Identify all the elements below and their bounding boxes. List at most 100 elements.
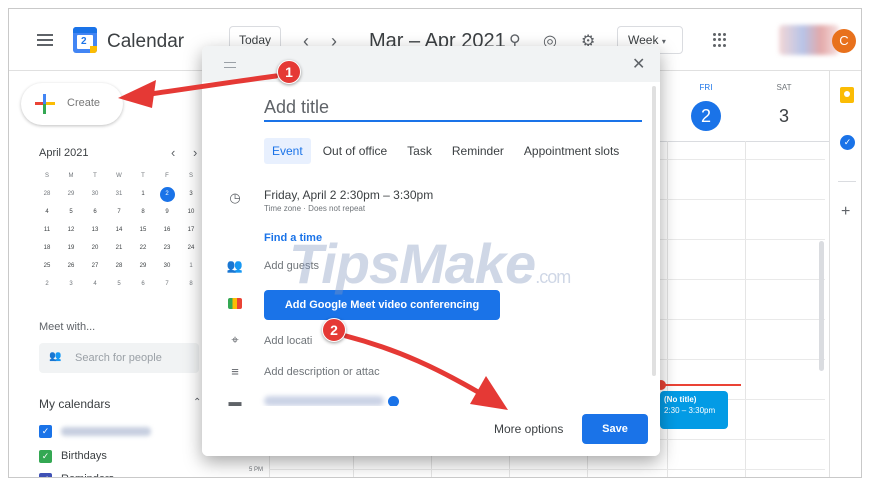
- mini-calendar-day[interactable]: 28: [35, 185, 59, 203]
- keep-icon[interactable]: [840, 87, 854, 103]
- event-datetime[interactable]: Friday, April 2 2:30pm – 3:30pm: [264, 188, 433, 202]
- mini-calendar-day[interactable]: 22: [131, 239, 155, 257]
- menu-icon[interactable]: [37, 34, 53, 46]
- tab-task[interactable]: Task: [399, 138, 440, 164]
- mini-calendar-day[interactable]: 21: [107, 239, 131, 257]
- mini-calendar-week: 25 26 27 28 29 30 1: [35, 257, 203, 275]
- checkbox-icon[interactable]: ✓: [39, 425, 52, 438]
- mini-calendar-day[interactable]: 24: [179, 239, 203, 257]
- mini-calendar-day[interactable]: 2: [35, 275, 59, 293]
- mini-calendar-day[interactable]: 19: [59, 239, 83, 257]
- checkbox-icon[interactable]: ✓: [39, 450, 52, 463]
- mini-calendar-day[interactable]: 1: [179, 257, 203, 275]
- apps-icon[interactable]: [713, 33, 727, 47]
- more-options-button[interactable]: More options: [494, 422, 563, 436]
- mini-calendar-week: 2345678: [35, 275, 203, 293]
- search-people-input[interactable]: 👥 Search for people: [39, 343, 199, 373]
- mini-calendar-day[interactable]: 2: [155, 185, 179, 203]
- mini-calendar-day[interactable]: 5: [107, 275, 131, 293]
- calendar-logo-icon: 2: [73, 27, 97, 53]
- mini-calendar-day[interactable]: 4: [83, 275, 107, 293]
- title-input[interactable]: [264, 94, 642, 122]
- mini-calendar-day[interactable]: 6: [83, 203, 107, 221]
- mini-calendar-day[interactable]: 28: [107, 257, 131, 275]
- add-addon-icon[interactable]: +: [841, 203, 850, 221]
- mini-calendar-day[interactable]: 4: [35, 203, 59, 221]
- avatar[interactable]: C: [832, 29, 856, 53]
- checkbox-icon[interactable]: ✓: [39, 473, 52, 477]
- mini-calendar-day[interactable]: 30: [83, 185, 107, 203]
- mini-calendar-day[interactable]: 26: [59, 257, 83, 275]
- mini-calendar-day[interactable]: 7: [107, 203, 131, 221]
- mini-calendar-day[interactable]: 18: [35, 239, 59, 257]
- mini-calendar-day[interactable]: 8: [179, 275, 203, 293]
- add-guests-field[interactable]: Add guests: [264, 260, 319, 272]
- create-button[interactable]: Create: [21, 83, 123, 125]
- add-meet-button[interactable]: Add Google Meet video conferencing: [264, 290, 500, 320]
- dialog-header[interactable]: ✕: [202, 46, 660, 82]
- mini-calendar-day[interactable]: 7: [155, 275, 179, 293]
- tab-out-of-office[interactable]: Out of office: [315, 138, 395, 164]
- add-location-field[interactable]: Add locati: [264, 335, 312, 347]
- event-type-tabs: Event Out of office Task Reminder Appoin…: [264, 138, 631, 164]
- tab-reminder[interactable]: Reminder: [444, 138, 512, 164]
- mini-calendar-day[interactable]: 23: [155, 239, 179, 257]
- weekday-label: F: [165, 173, 169, 179]
- mini-calendar-day[interactable]: 8: [131, 203, 155, 221]
- mini-calendar-day[interactable]: 27: [83, 257, 107, 275]
- chevron-left-icon[interactable]: ‹: [171, 145, 175, 160]
- mini-calendar-day[interactable]: 30: [155, 257, 179, 275]
- day-number[interactable]: 2: [691, 101, 721, 131]
- mini-calendar-title: April 2021: [39, 147, 89, 159]
- event-chip[interactable]: (No title) 2:30 – 3:30pm: [660, 391, 728, 429]
- mini-calendar-day[interactable]: 9: [155, 203, 179, 221]
- mini-calendar-day[interactable]: 10: [179, 203, 203, 221]
- mini-calendar-day[interactable]: 11: [35, 221, 59, 239]
- drag-handle-icon[interactable]: [224, 62, 236, 68]
- mini-calendar-day[interactable]: 1: [131, 185, 155, 203]
- mini-calendar-day[interactable]: 5: [59, 203, 83, 221]
- mini-calendar-day[interactable]: 16: [155, 221, 179, 239]
- grid-line: [269, 469, 825, 470]
- add-description-field[interactable]: Add description or attac: [264, 366, 380, 378]
- mini-calendar-day[interactable]: 12: [59, 221, 83, 239]
- tab-appointment-slots[interactable]: Appointment slots: [516, 138, 627, 164]
- blurred-calendar-name: [61, 427, 151, 436]
- day-header-fri[interactable]: FRI 2: [667, 71, 745, 141]
- mini-calendar-day[interactable]: 3: [59, 275, 83, 293]
- mini-calendar-day[interactable]: 29: [59, 185, 83, 203]
- weekday-label: T: [141, 173, 145, 179]
- tasks-icon[interactable]: ✓: [840, 135, 855, 150]
- chevron-up-icon[interactable]: ⌃: [193, 397, 201, 408]
- mini-calendar-day[interactable]: 6: [131, 275, 155, 293]
- dropdown-icon: ▾: [661, 37, 666, 46]
- sidebar: Create April 2021 ‹ › S M T W T F S 28 29 30 31 1 2 3…: [9, 71, 209, 477]
- calendar-owner-blurred[interactable]: [264, 396, 384, 406]
- save-button[interactable]: Save: [582, 414, 648, 444]
- location-icon: ⌖: [231, 332, 239, 347]
- dialog-scrollbar[interactable]: [652, 86, 656, 376]
- timezone-repeat[interactable]: Time zone · Does not repeat: [264, 204, 365, 213]
- mini-calendar-day[interactable]: 14: [107, 221, 131, 239]
- scrollbar[interactable]: [819, 241, 824, 371]
- tab-event[interactable]: Event: [264, 138, 311, 164]
- mini-calendar-day[interactable]: 17: [179, 221, 203, 239]
- day-number[interactable]: 3: [769, 101, 799, 131]
- weekday-label: W: [116, 173, 122, 179]
- chevron-right-icon[interactable]: ›: [193, 145, 197, 160]
- mini-calendar-day[interactable]: 31: [107, 185, 131, 203]
- find-a-time-link[interactable]: Find a time: [264, 232, 322, 244]
- mini-calendar-day[interactable]: 20: [83, 239, 107, 257]
- day-header-sat[interactable]: SAT 3: [745, 71, 823, 141]
- mini-calendar-day[interactable]: 15: [131, 221, 155, 239]
- day-name: FRI: [699, 83, 713, 92]
- mini-calendar-day[interactable]: 13: [83, 221, 107, 239]
- mini-calendar-day[interactable]: 3: [179, 185, 203, 203]
- mini-calendar-day[interactable]: 25: [35, 257, 59, 275]
- search-people-placeholder: Search for people: [75, 352, 162, 364]
- mini-calendar-week: 28 29 30 31 1 2 3: [35, 185, 203, 203]
- mini-calendar-day[interactable]: 29: [131, 257, 155, 275]
- grid-line: [745, 141, 746, 477]
- close-icon[interactable]: ✕: [632, 54, 645, 74]
- google-meet-icon: [228, 298, 242, 309]
